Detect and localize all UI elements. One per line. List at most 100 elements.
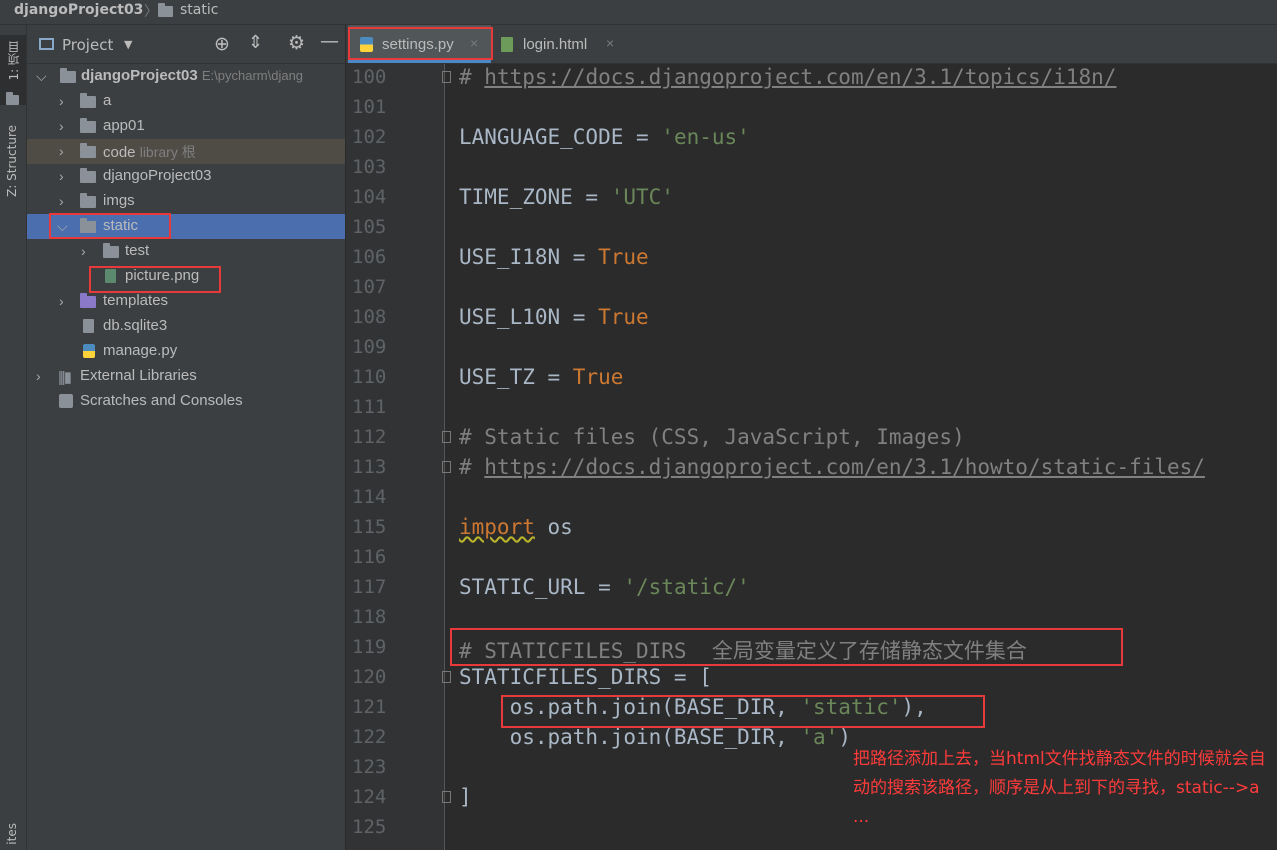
chevron-right-icon[interactable]: › [59,293,64,309]
code-url[interactable]: https://docs.djangoproject.com/en/3.1/ho… [484,455,1205,479]
code-line-124: ] [459,785,472,809]
tree-item-label: a [103,92,112,109]
tree-item-label: test [125,242,150,259]
tree-item-static[interactable]: ⌵ static [27,214,345,239]
annotation-text: 把路径添加上去，当html文件找静态文件的时候就会自动的搜索该路径，顺序是从上到… [853,749,1266,827]
tree-item-test[interactable]: › test [27,239,345,264]
tree-item-scratches[interactable]: Scratches and Consoles [27,389,345,414]
tree-item-label: picture.png [125,267,200,284]
tree-item-label: External Libraries [80,367,197,384]
line-number: 108 [352,306,387,328]
chevron-right-icon[interactable]: › [59,193,64,209]
tree-item-label: manage.py [103,342,178,359]
tree-item-external-libraries[interactable]: › |||▮ External Libraries [27,364,345,389]
tree-item-db-sqlite3[interactable]: db.sqlite3 [27,314,345,339]
line-number: 105 [352,216,387,238]
code-line-110: USE_TZ = True [459,365,624,389]
fold-marker-icon[interactable] [442,71,451,83]
tree-item-djangoproject03[interactable]: › djangoProject03 [27,164,345,189]
fold-marker-icon[interactable] [442,671,451,683]
hide-icon[interactable]: — [320,30,339,52]
package-folder-icon [80,168,96,187]
chevron-down-icon[interactable]: ▼ [124,38,132,51]
code-line-102: LANGUAGE_CODE = 'en-us' [459,125,750,149]
tree-item-templates[interactable]: › templates [27,289,345,314]
tree-item-root[interactable]: ⌵ djangoProject03 E:\pycharm\djang [27,64,345,89]
python-file-icon [83,344,95,358]
structure-tool-tab[interactable]: Z: Structure [5,125,19,197]
line-number: 115 [352,516,387,538]
tree-item-imgs[interactable]: › imgs [27,189,345,214]
chevron-right-icon[interactable]: › [59,118,64,134]
favorites-tool-tab[interactable]: ites [5,823,19,845]
folder-icon [80,143,96,162]
line-number: 110 [352,366,387,388]
folder-icon [6,90,19,109]
collapse-all-icon[interactable]: ⇕ [248,32,263,53]
image-file-icon [105,269,116,283]
breadcrumb-project[interactable]: djangoProject03 [14,2,143,18]
tree-item-manage-py[interactable]: manage.py [27,339,345,364]
tree-item-picture-png[interactable]: picture.png [27,264,345,289]
code-line-119: # STATICFILES_DIRS 全局变量定义了存储静态文件集合 [459,639,1027,663]
line-number: 119 [352,636,387,658]
tree-item-hint: library 根 [139,144,196,160]
project-tool-tab-label: 1: 项目 [7,41,21,81]
close-icon[interactable]: × [606,35,614,51]
folder-icon [80,218,96,237]
project-view-selector[interactable]: Project [62,36,113,54]
fold-marker-icon[interactable] [442,431,451,443]
chevron-right-icon[interactable]: › [81,243,86,259]
tab-settings-py[interactable]: settings.py × [348,25,491,63]
tree-item-label: Scratches and Consoles [80,392,243,409]
file-icon [83,319,94,333]
scratches-icon [59,394,73,408]
line-number: 102 [352,126,387,148]
chevron-right-icon[interactable]: › [59,143,64,159]
folder-icon [80,93,96,112]
line-number: 117 [352,576,387,598]
code-line-121: os.path.join(BASE_DIR, 'static'), [459,695,927,719]
code-url[interactable]: https://docs.djangoproject.com/en/3.1/to… [484,65,1116,89]
tree-item-label: code [103,144,136,161]
tree-item-label: db.sqlite3 [103,317,168,334]
code-line-106: USE_I18N = True [459,245,649,269]
folder-icon [158,3,173,21]
folder-icon [103,243,119,262]
left-tool-strip: 1: 项目 Z: Structure ites [0,25,27,850]
line-number: 106 [352,246,387,268]
chevron-down-icon[interactable]: ⌵ [36,68,47,85]
tab-login-html[interactable]: login.html × [494,25,626,63]
html-file-icon [501,37,513,52]
line-number: 122 [352,726,387,748]
tab-label: settings.py [382,36,454,53]
code-line-115: import os [459,515,573,539]
chevron-right-icon[interactable]: › [59,168,64,184]
tree-item-code[interactable]: › code library 根 [27,139,345,164]
line-number: 109 [352,336,387,358]
tree-item-label: imgs [103,192,135,209]
gear-icon[interactable]: ⚙ [288,32,305,54]
breadcrumb: djangoProject03 〉 static [0,0,1277,25]
line-number: 111 [352,396,387,418]
folder-icon [80,193,96,212]
line-number: 125 [352,816,387,838]
project-tool-tab[interactable]: 1: 项目 [0,35,26,105]
tree-item-a[interactable]: › a [27,89,345,114]
close-icon[interactable]: × [470,35,478,51]
tree-item-label: djangoProject03 [81,67,198,84]
breadcrumb-current[interactable]: static [180,2,218,18]
chevron-down-icon[interactable]: ⌵ [57,218,68,235]
tree-item-app01[interactable]: › app01 [27,114,345,139]
line-number: 114 [352,486,387,508]
line-number: 121 [352,696,387,718]
templates-folder-icon [80,293,96,312]
fold-marker-icon[interactable] [442,461,451,473]
tree-item-label: djangoProject03 [103,167,212,184]
line-number: 103 [352,156,387,178]
fold-marker-icon[interactable] [442,791,451,803]
chevron-right-icon[interactable]: › [36,368,41,384]
locate-icon[interactable]: ⊕ [214,33,230,55]
chevron-right-icon[interactable]: › [59,93,64,109]
line-number-gutter: 100 101 102 103 104 105 106 107 108 109 110 111 112 1… [346,64,445,850]
